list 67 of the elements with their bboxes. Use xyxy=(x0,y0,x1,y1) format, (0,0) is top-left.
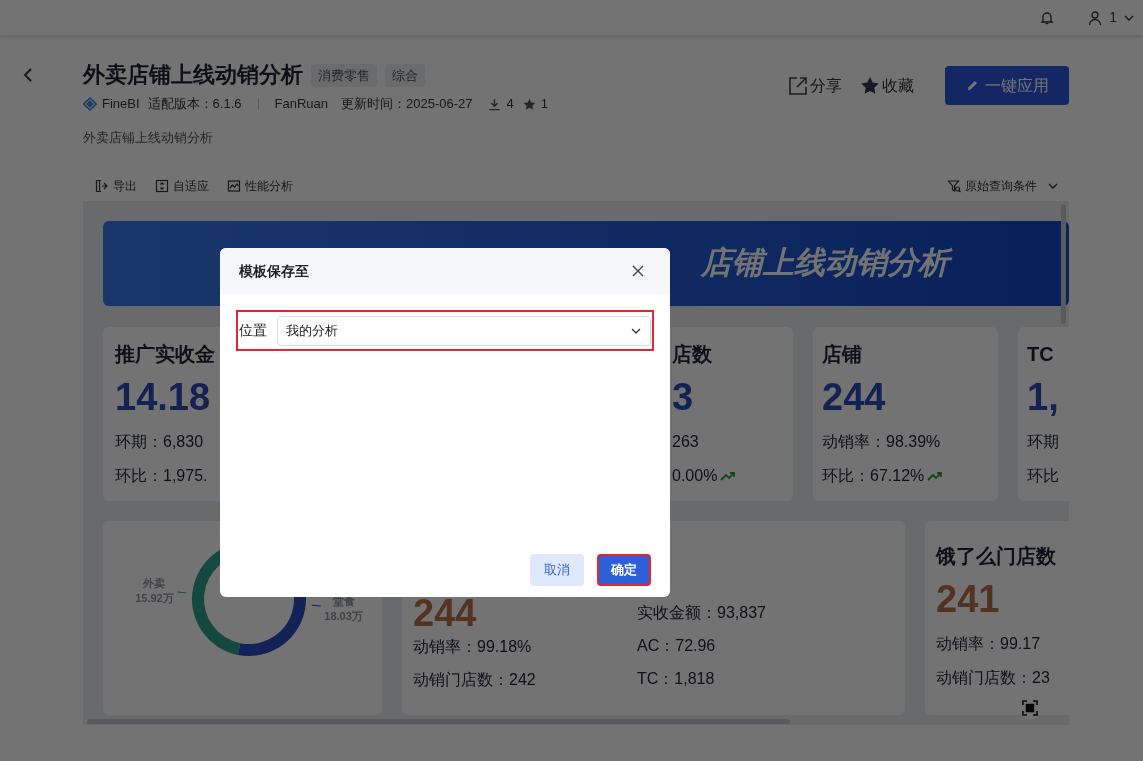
summary-metric: 实收金额：93,837 xyxy=(637,603,767,623)
toolbar-performance-button[interactable]: 性能分析 xyxy=(227,177,293,195)
kpi-title: 推广实收金 xyxy=(115,342,216,367)
author-name: FanRuan xyxy=(274,95,328,113)
kpi-title: 店数 xyxy=(672,342,713,367)
summary-metric: 动销门店数：242 xyxy=(413,670,537,690)
download-icon xyxy=(488,97,502,111)
page-title: 外卖店铺上线动销分析 xyxy=(83,61,303,89)
cancel-button[interactable]: 取消 xyxy=(530,554,584,586)
kpi-metric: 环期 xyxy=(1027,432,1059,452)
update-time: 更新时间：2025-06-27 xyxy=(341,95,473,113)
kpi-metric: 环比 xyxy=(1027,466,1059,486)
apply-button[interactable]: 一键应用 xyxy=(945,66,1069,105)
kpi-metric: 0.00% xyxy=(672,466,718,486)
product-name: FineBI xyxy=(102,95,140,113)
summary-metric: AC：72.96 xyxy=(637,636,717,656)
close-icon[interactable] xyxy=(631,264,645,278)
leader-line xyxy=(311,604,322,607)
fit-icon xyxy=(155,179,169,193)
product-logo-icon xyxy=(83,97,97,111)
share-button[interactable]: 分享 xyxy=(788,66,842,105)
vertical-scrollbar[interactable] xyxy=(1061,204,1066,324)
horizontal-scrollbar[interactable] xyxy=(87,719,790,724)
star-icon xyxy=(522,97,536,111)
kpi-value: 244 xyxy=(822,375,887,420)
performance-icon xyxy=(227,179,241,193)
kpi-metric: 动销率：98.39% xyxy=(822,432,941,452)
kpi-metric: 动销门店数：23 xyxy=(936,668,1051,688)
user-icon xyxy=(1087,9,1104,26)
leader-line xyxy=(176,591,187,594)
category-tag: 综合 xyxy=(385,63,425,87)
kpi-metric: 环比：1,975. xyxy=(115,466,208,486)
favorite-count: 1 xyxy=(540,95,548,113)
kpi-metric: 环期：6,830 xyxy=(115,432,204,452)
favorite-button[interactable]: 收藏 xyxy=(860,66,914,105)
category-tag: 消费零售 xyxy=(311,63,377,87)
star-icon xyxy=(860,75,880,96)
kpi-title: 饿了么门店数 xyxy=(936,544,1057,569)
filter-icon xyxy=(947,179,961,193)
dialog-title: 模板保存至 xyxy=(239,261,309,281)
kpi-value: 3 xyxy=(672,375,695,420)
toolbar-export-button[interactable]: 导出 xyxy=(95,177,137,195)
export-icon xyxy=(95,179,109,193)
toolbar-fit-button[interactable]: 自适应 xyxy=(155,177,209,195)
kpi-title: 店铺 xyxy=(822,342,863,367)
kpi-value: 241 xyxy=(936,577,1001,622)
kpi-metric: 263 xyxy=(672,432,699,452)
version-info: 适配版本：6.1.6 xyxy=(147,95,242,113)
summary-metric: TC：1,818 xyxy=(637,669,716,689)
kpi-value: 1, xyxy=(1027,375,1060,420)
download-count: 4 xyxy=(506,95,514,113)
page-description: 外卖店铺上线动销分析 xyxy=(83,129,214,147)
confirm-button[interactable]: 确定 xyxy=(597,554,651,586)
kpi-value: 14.18 xyxy=(115,375,212,420)
notification-bell-icon[interactable] xyxy=(1039,9,1056,26)
share-icon xyxy=(788,75,808,96)
summary-value: 244 xyxy=(413,597,478,630)
user-menu[interactable]: 1 xyxy=(1087,7,1135,28)
kpi-metric: 环比：67.12% xyxy=(822,466,925,486)
back-button[interactable] xyxy=(22,67,34,83)
location-select[interactable]: 我的分析 xyxy=(277,315,651,346)
pencil-icon xyxy=(965,79,979,92)
field-label: 位置 xyxy=(239,321,267,340)
filter-conditions-button[interactable]: 原始查询条件 xyxy=(947,177,1059,195)
kpi-metric: 动销率：99.17 xyxy=(936,634,1042,654)
summary-metric: 动销率：99.18% xyxy=(413,637,533,657)
kpi-title: TC xyxy=(1027,342,1055,367)
